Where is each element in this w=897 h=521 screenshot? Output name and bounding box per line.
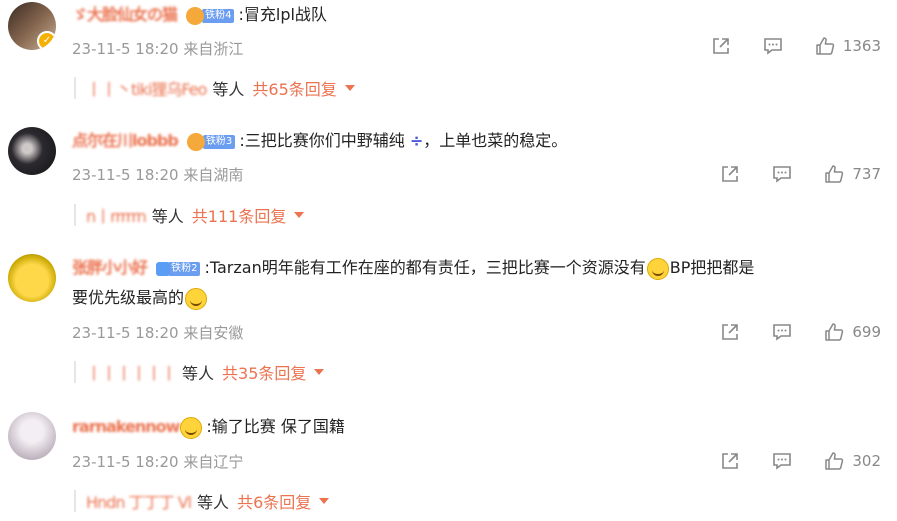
avatar[interactable]: ✓ (8, 2, 56, 50)
avatar[interactable] (8, 127, 56, 175)
reply-summary[interactable]: 丨丨丶tiki狸乌Feo 等人 共65条回复 (74, 76, 355, 100)
like-icon[interactable] (815, 36, 835, 56)
fan-badge: 铁粉2 (156, 261, 201, 276)
fan-badge-icon (156, 261, 171, 276)
share-icon[interactable] (711, 36, 731, 56)
comment-text: :输了比赛 保了国籍 (206, 417, 345, 436)
share-icon[interactable] (720, 451, 740, 471)
like-icon[interactable] (824, 322, 844, 342)
comment-location: 来自辽宁 (183, 453, 244, 471)
divide-icon: ÷ (409, 131, 424, 150)
comment-text: :冒充lpl战队 (238, 5, 327, 24)
emoji-icon (180, 416, 203, 439)
fan-badge-icon (186, 6, 205, 25)
comment-icon[interactable] (772, 164, 792, 184)
comment-location: 来自浙江 (183, 40, 244, 58)
comment-meta: 23-11-5 18:20 来自浙江 (72, 38, 243, 59)
comment-location: 来自湖南 (183, 166, 244, 184)
fan-badge: 铁粉4 (186, 6, 235, 25)
comment-actions: 699 (688, 322, 881, 342)
reply-usernames: 丨丨丨丨丨丨 (86, 364, 177, 383)
reply-count[interactable]: 共111条回复 (192, 203, 287, 227)
comment-actions: 737 (688, 164, 881, 184)
chevron-down-icon[interactable] (344, 85, 355, 91)
comment-text: 要优先级最高的 (72, 288, 185, 307)
comment-meta: 23-11-5 18:20 来自辽宁 (72, 451, 243, 472)
chevron-down-icon[interactable] (294, 212, 305, 218)
comment-location: 来自安徽 (183, 324, 244, 342)
comment-actions: 302 (688, 451, 881, 471)
chevron-down-icon[interactable] (314, 369, 325, 375)
avatar[interactable] (8, 412, 56, 460)
reply-summary[interactable]: n丨rrrrrn 等人 共111条回复 (74, 203, 305, 227)
share-icon[interactable] (720, 322, 740, 342)
reply-usernames: n丨rrrrrn (86, 207, 147, 226)
reply-divider (74, 204, 76, 226)
avatar[interactable] (8, 254, 56, 302)
comment-text: :三把比赛你们中野辅纯 (239, 131, 405, 150)
comment-username[interactable]: 张胖小小好 (72, 255, 148, 281)
reply-divider (74, 77, 76, 99)
comment-date: 23-11-5 18:20 (72, 40, 179, 58)
comment-date: 23-11-5 18:20 (72, 453, 179, 471)
grin-emoji-icon (185, 287, 208, 310)
comment-text: :Tarzan明年能有工作在座的都有责任，三把比赛一个资源没有 (204, 258, 646, 277)
like-count: 737 (852, 165, 881, 183)
reply-summary[interactable]: Hndn 丁丁丁 Vl 等人 共6条回复 (74, 489, 330, 513)
comment-username[interactable]: rarnakennow (72, 414, 180, 440)
chevron-down-icon[interactable] (319, 498, 330, 504)
comment-text: BP把把都是 (669, 258, 755, 277)
comment-date: 23-11-5 18:20 (72, 324, 179, 342)
comment-meta: 23-11-5 18:20 来自湖南 (72, 164, 243, 185)
like-icon[interactable] (824, 451, 844, 471)
reply-divider (74, 361, 76, 383)
fan-badge: 铁粉3 (186, 132, 236, 151)
like-count: 699 (852, 323, 881, 341)
comment-meta: 23-11-5 18:20 来自安徽 (72, 322, 243, 343)
reply-usernames: Hndn 丁丁丁 Vl (86, 493, 192, 512)
reply-divider (74, 490, 76, 512)
share-icon[interactable] (720, 164, 740, 184)
fan-badge-icon (186, 132, 205, 151)
reply-count[interactable]: 共35条回复 (222, 360, 306, 384)
comment-username[interactable]: 点尔在川lobbb (72, 128, 179, 154)
comment-icon[interactable] (763, 36, 783, 56)
reply-summary[interactable]: 丨丨丨丨丨丨 等人 共35条回复 (74, 360, 325, 384)
verified-badge-icon: ✓ (37, 31, 56, 50)
comment-icon[interactable] (772, 451, 792, 471)
like-count: 302 (852, 452, 881, 470)
reply-usernames: 丨丨丶tiki狸乌Feo (86, 80, 207, 99)
reply-count[interactable]: 共6条回复 (237, 489, 311, 513)
comment-actions: 1363 (679, 36, 881, 56)
like-icon[interactable] (824, 164, 844, 184)
comment-icon[interactable] (772, 322, 792, 342)
reply-count[interactable]: 共65条回复 (252, 76, 336, 100)
comment-username[interactable]: ゞ大脸仙女の猫 (72, 2, 178, 28)
like-count: 1363 (842, 37, 881, 55)
comment-text: ，上单也菜的稳定。 (423, 131, 568, 150)
grin-emoji-icon (646, 257, 669, 280)
comment-date: 23-11-5 18:20 (72, 166, 179, 184)
